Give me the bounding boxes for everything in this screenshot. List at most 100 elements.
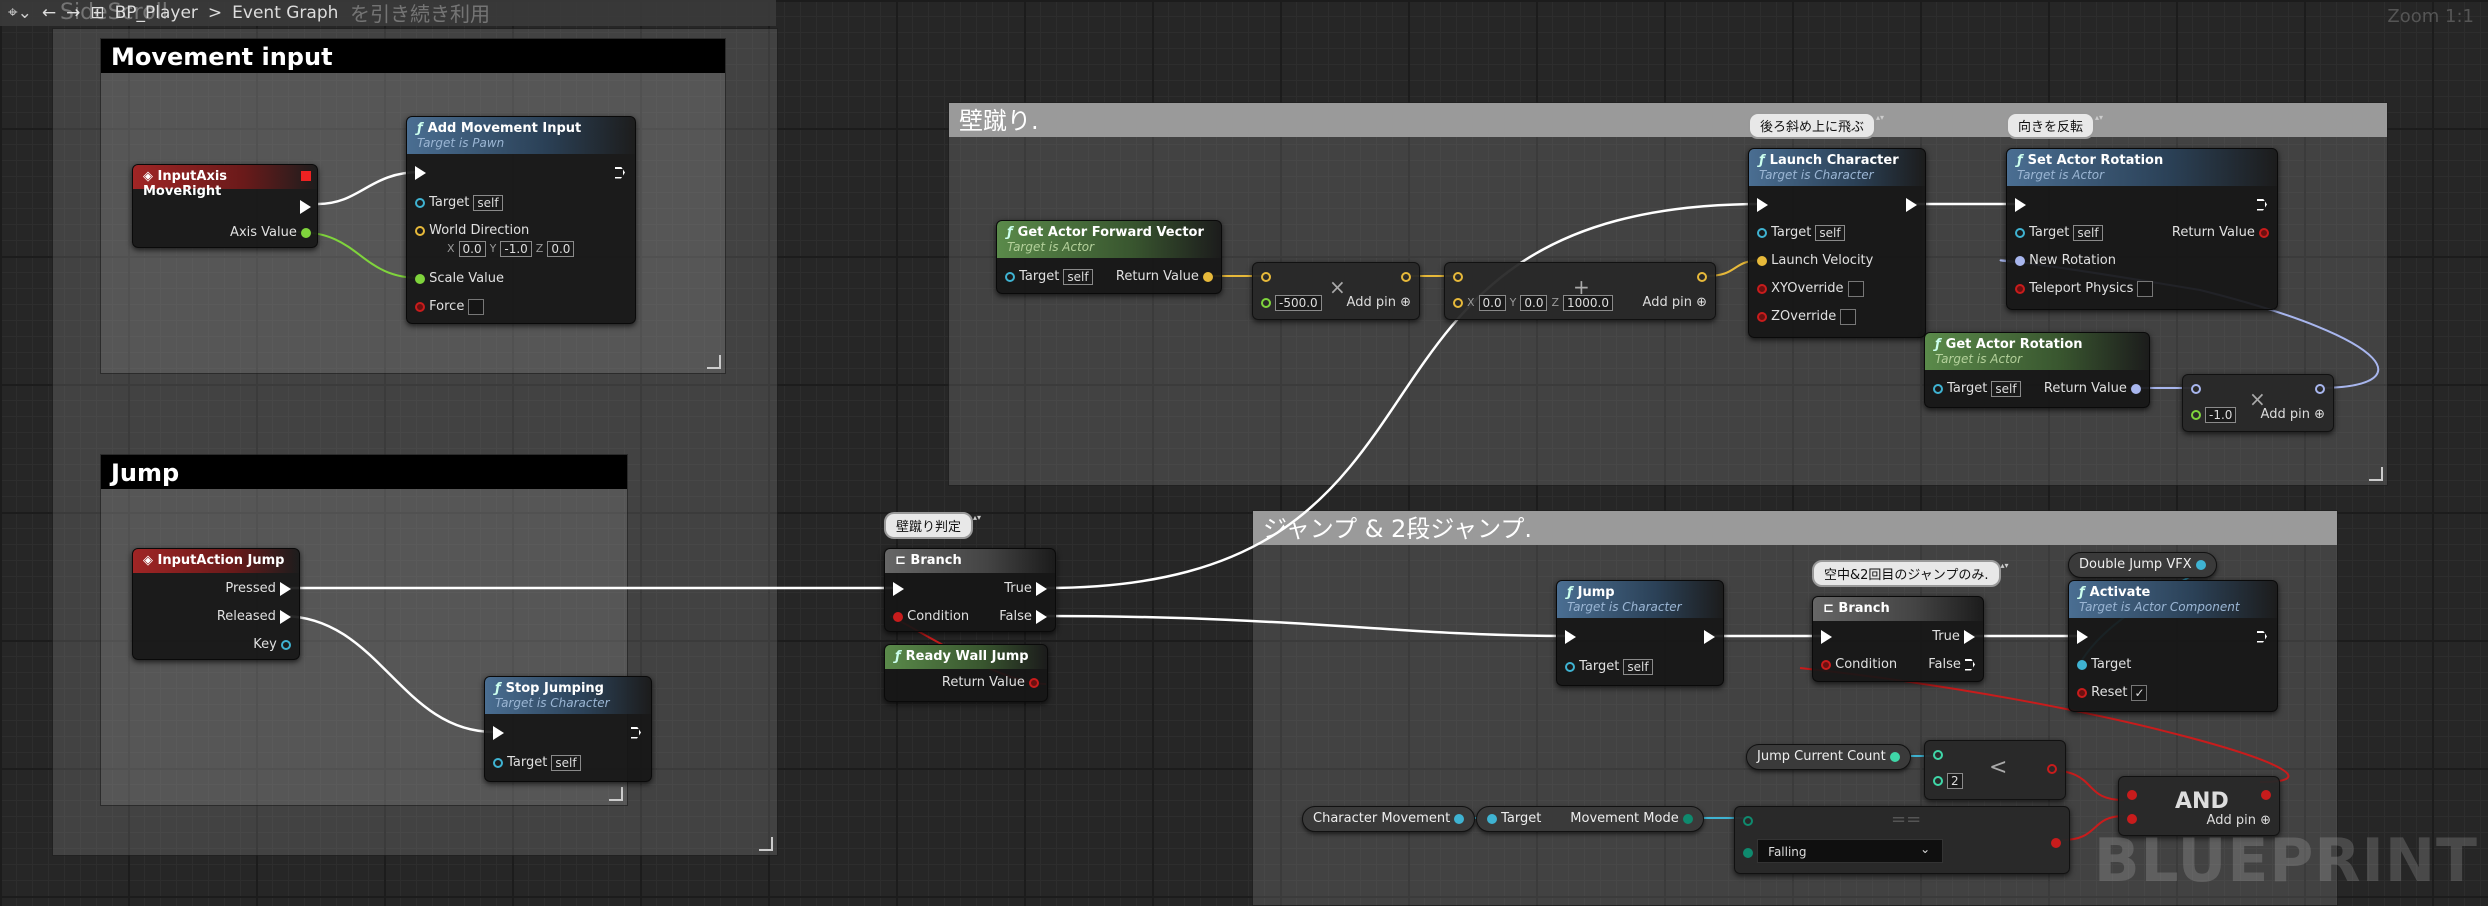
object-pin[interactable] [1933,383,1943,394]
exec-in-pin[interactable] [1757,197,1768,212]
node-set-actor-rotation[interactable]: ƒ Set Actor Rotation Target is Actor Targe… [2006,148,2278,310]
rotator-pin[interactable] [2015,255,2025,266]
exec-in-pin[interactable] [893,581,904,596]
force-checkbox[interactable] [468,298,485,315]
exec-true-pin[interactable] [1036,581,1047,596]
exec-true-pin[interactable] [1964,629,1975,644]
exec-in-pin[interactable] [493,725,504,740]
int-pin[interactable] [1933,749,1943,760]
bool-pin[interactable] [1757,283,1767,294]
delegate-pin-icon[interactable] [301,171,311,181]
comment-bubble-branch-doublejump[interactable]: 空中&2回目のジャンプのみ. [1812,560,2008,587]
exec-out-pin[interactable] [2257,630,2267,643]
exec-in-pin[interactable] [1565,629,1576,644]
object-pin[interactable] [1487,813,1497,824]
rotator-pin[interactable] [2131,383,2141,394]
x-field[interactable]: 0.0 [458,240,486,257]
exec-out-pin[interactable] [1704,629,1715,644]
float-pin[interactable] [415,273,425,284]
bool-pin[interactable] [2077,687,2087,698]
add-pin-button[interactable]: Add pin ⊕ [1347,293,1411,313]
node-equal-enum[interactable]: == Falling [1734,806,2070,874]
object-pin[interactable] [2015,227,2025,238]
exec-false-pin[interactable] [1965,658,1975,671]
comment-bubble-branch-walljump[interactable]: 壁蹴り判定 [884,512,981,539]
comment-bubble-launch[interactable]: 後ろ斜め上に飛ぶ [1748,112,1884,139]
resize-handle[interactable] [609,787,623,801]
exec-in-pin[interactable] [2077,629,2088,644]
bool-pin[interactable] [2015,283,2025,294]
key-pin[interactable] [281,639,291,650]
target-value[interactable]: self [551,754,581,771]
reset-checkbox[interactable]: ✓ [2131,684,2148,701]
add-pin-button[interactable]: Add pin ⊕ [2261,405,2325,425]
bool-pin[interactable] [1757,311,1767,322]
float-pin[interactable] [301,227,311,238]
node-launch-character[interactable]: ƒ Launch Character Target is Character Tar… [1748,148,1926,338]
node-inputaction-jump[interactable]: ◈ InputAction Jump Pressed Released Key [132,548,300,660]
exec-out-pin[interactable] [631,726,641,739]
z-field[interactable]: 0.0 [547,240,575,257]
object-pin[interactable] [1757,227,1767,238]
vector-pin[interactable] [1261,271,1271,282]
bool-pin[interactable] [893,611,903,622]
exec-in-pin[interactable] [2015,197,2026,212]
bool-pin[interactable] [2261,789,2271,800]
node-multiply-vector[interactable]: × -500.0 Add pin ⊕ [1252,262,1420,320]
resize-handle[interactable] [2369,467,2383,481]
var-jump-current-count[interactable]: Jump Current Count [1746,744,1911,770]
object-pin[interactable] [2195,559,2206,570]
exec-in-pin[interactable] [1821,629,1832,644]
vector-pin[interactable] [1453,297,1463,308]
rotator-pin[interactable] [2191,383,2201,394]
node-activate[interactable]: ƒ Activate Target is Actor Component Targe… [2068,580,2278,712]
add-pin-button[interactable]: Add pin ⊕ [1643,293,1707,313]
exec-in-pin[interactable] [415,165,426,180]
object-pin[interactable] [1565,661,1575,672]
target-value[interactable]: self [473,194,503,211]
node-get-actor-forward-vector[interactable]: ƒ Get Actor Forward Vector Target is Actor… [996,220,1222,294]
object-pin[interactable] [415,197,425,208]
node-add-vector[interactable]: + X 0.0 Y 0.0 Z 1000.0 Add pin ⊕ [1444,262,1716,320]
z-override-checkbox[interactable] [1840,308,1857,325]
vector-pin[interactable] [1203,271,1213,282]
target-value[interactable]: self [1623,658,1653,675]
exec-out-pin[interactable] [2257,198,2267,211]
node-multiply-rotator[interactable]: × -1.0 Add pin ⊕ [2182,374,2334,432]
enum-pin[interactable] [1743,847,1753,858]
exec-out-pin[interactable] [615,166,625,179]
xy-override-checkbox[interactable] [1847,280,1864,297]
resize-handle[interactable] [759,837,773,851]
target-value[interactable]: self [1815,224,1845,241]
vector-pin[interactable] [1697,271,1707,282]
exec-released-pin[interactable] [280,609,291,624]
multiplier-field[interactable]: -1.0 [2205,406,2237,423]
float-pin[interactable] [1261,297,1271,308]
resize-handle[interactable] [707,355,721,369]
object-pin[interactable] [1005,271,1015,282]
bool-pin[interactable] [2127,789,2137,800]
int-pin[interactable] [1933,775,1943,786]
bool-pin[interactable] [1821,659,1831,670]
exec-out-pin[interactable] [1906,197,1917,212]
node-branch-doublejump[interactable]: ⊏ Branch True Condition False [1812,596,1984,682]
var-double-jump-vfx[interactable]: Double Jump VFX [2068,552,2217,578]
exec-pressed-pin[interactable] [280,581,291,596]
y-field[interactable]: 0.0 [1520,294,1548,311]
compare-value-field[interactable]: 2 [1947,772,1963,789]
node-ready-wall-jump[interactable]: ƒ Ready Wall Jump Return Value [884,644,1048,702]
object-pin[interactable] [1454,813,1465,824]
target-value[interactable]: self [1063,268,1093,285]
back-arrow-icon[interactable]: ← [42,3,56,23]
bool-pin[interactable] [2047,763,2057,774]
node-branch-walljump[interactable]: ⊏ Branch True Condition False [884,548,1056,632]
y-field[interactable]: -1.0 [500,240,532,257]
x-field[interactable]: 0.0 [1478,294,1506,311]
bool-pin[interactable] [415,301,425,312]
comment-bubble-rotation[interactable]: 向きを反転 [2006,112,2103,139]
node-less-than[interactable]: 2 < [1924,740,2066,800]
enum-pin[interactable] [1743,815,1753,826]
target-value[interactable]: self [1991,380,2021,397]
node-get-actor-rotation[interactable]: ƒ Get Actor Rotation Target is Actor Targe… [1924,332,2150,408]
vector-pin[interactable] [1453,271,1463,282]
